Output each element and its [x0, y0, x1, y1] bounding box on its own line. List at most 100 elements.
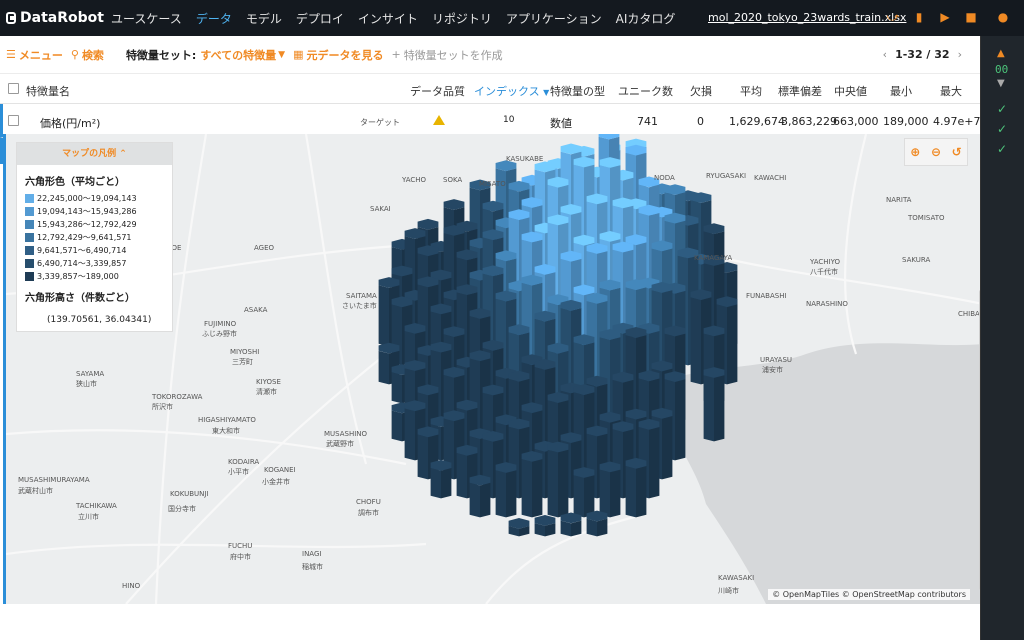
legend-item-label: 22,245,000〜19,094,143 — [37, 194, 137, 203]
feature-name[interactable]: 価格(円/m²) — [40, 115, 100, 131]
prev-page-icon[interactable]: ‹ — [875, 48, 895, 61]
check-icon: ✓ — [997, 142, 1008, 156]
hex-column-side — [610, 469, 621, 518]
header-min[interactable]: 最小 — [890, 83, 912, 99]
legend-items: 22,245,000〜19,094,143 19,094,143〜15,943,2… — [17, 192, 172, 283]
map-controls: ⊕ ⊖ ↺ — [904, 138, 968, 166]
brand-name: DataRobot — [20, 10, 104, 26]
target-badge: ターゲット — [360, 118, 400, 127]
hex-column-side — [597, 518, 608, 537]
header-feature-name[interactable]: 特徴量名 — [26, 83, 70, 99]
create-feature-set-label: 特徴量セットを作成 — [403, 48, 503, 62]
share-icon[interactable]: ⤻ — [886, 10, 900, 24]
hex-column-side — [625, 466, 636, 518]
map-place-label: MISATO — [479, 180, 506, 188]
zoom-out-icon[interactable]: ⊖ — [931, 145, 941, 159]
legend-item-label: 6,490,714〜3,339,857 — [37, 259, 127, 268]
map-place-label: HIGASHIYAMATO — [198, 416, 256, 424]
hex-column-side — [636, 466, 647, 518]
megaphone-icon[interactable]: ▶ — [938, 10, 952, 24]
feature-set-value: すべての特徴量 — [200, 48, 277, 62]
view-raw-data-button[interactable]: ▦ 元データを見る — [293, 47, 383, 63]
search-button[interactable]: ⚲ 検索 — [71, 47, 104, 63]
legend-item: 3,339,857〜189,000 — [25, 270, 172, 283]
map-place-label: NARASHINO — [806, 300, 848, 308]
map-place-label: YACHIYO — [810, 258, 841, 266]
chevron-down-icon[interactable]: ▼ — [997, 78, 1005, 89]
map-place-label: KIYOSE — [256, 378, 281, 386]
nav-item[interactable]: データ — [189, 10, 239, 27]
user-icon[interactable]: ● — [996, 10, 1010, 24]
feature-set-label: 特徴量セット: — [125, 48, 197, 62]
view-raw-data-label: 元データを見る — [306, 48, 384, 62]
hex-column-side — [703, 375, 714, 442]
legend-height-title: 六角形高さ（件数ごと） — [25, 293, 135, 304]
map-place-label: URAYASU — [760, 356, 793, 364]
header-unique[interactable]: ユニーク数 — [618, 83, 673, 99]
header-max[interactable]: 最大 — [940, 83, 962, 99]
map-place-label: 小平市 — [228, 468, 249, 476]
row-checkbox[interactable] — [8, 115, 19, 126]
legend-color-title: 六角形色（平均ごと） — [25, 177, 125, 188]
folder-icon[interactable]: ■ — [964, 10, 978, 24]
chevron-down-icon: ▼ — [543, 88, 550, 97]
header-mean[interactable]: 平均 — [740, 83, 762, 99]
nav-item[interactable]: アプリケーション — [499, 10, 609, 27]
max-value: 4.97e+7 — [933, 115, 981, 128]
feature-toolbar: ☰ メニュー ⚲ 検索 特徴量セット: すべての特徴量 ▼ ▦ 元データを見る … — [0, 36, 980, 74]
top-nav: DataRobot ユースケース データ モデル デプロイ インサイト リポジトリ アプリケ… — [0, 0, 1024, 36]
geospatial-map[interactable]: YACHO SOKA MISATO NODA SAKAI KASUKABE RYUGASAK… — [3, 134, 980, 604]
hex-column-side — [662, 415, 673, 480]
next-page-icon[interactable]: › — [950, 48, 970, 61]
header-feature-type[interactable]: 特徴量の型 — [550, 83, 605, 99]
header-median[interactable]: 中央値 — [834, 83, 867, 99]
legend-toggle[interactable]: マップの凡例 ⌃ — [17, 143, 172, 165]
legend-swatch — [25, 259, 34, 268]
table-row[interactable]: 価格(円/m²) ターゲット 10 数値 741 0 1,629,674 3,8… — [0, 104, 980, 138]
hamburger-icon: ☰ — [6, 48, 16, 61]
map-place-label: 八千代市 — [810, 268, 838, 276]
menu-button[interactable]: ☰ メニュー — [6, 47, 63, 63]
map-place-label: SOKA — [443, 176, 463, 184]
zoom-in-icon[interactable]: ⊕ — [910, 145, 920, 159]
reset-view-icon[interactable]: ↺ — [952, 145, 962, 159]
hex-column-side — [573, 475, 584, 518]
map-place-label: HINO — [122, 582, 141, 590]
map-place-label: 狭山市 — [76, 380, 97, 388]
create-feature-set-button[interactable]: + 特徴量セットを作成 — [391, 47, 502, 63]
nav-item[interactable]: デプロイ — [289, 10, 351, 27]
dataset-filename-link[interactable]: mol_2020_tokyo_23wards_train.xlsx — [708, 11, 906, 24]
map-place-label: MIYOSHI — [230, 348, 260, 356]
map-place-label: KOGANEI — [264, 466, 296, 474]
hex-column-side — [649, 426, 660, 499]
mean-value: 1,629,674 — [729, 115, 785, 128]
warning-icon[interactable] — [433, 115, 445, 125]
map-place-label: MUSASHINO — [324, 430, 368, 438]
datarobot-logo[interactable]: DataRobot — [0, 10, 104, 26]
nav-item[interactable]: モデル — [239, 10, 289, 27]
table-icon: ▦ — [293, 48, 304, 61]
book-icon[interactable]: ▮ — [912, 10, 926, 24]
nav-item[interactable]: インサイト — [351, 10, 425, 27]
nav-item[interactable]: ユースケース — [104, 10, 189, 27]
legend-swatch — [25, 233, 34, 242]
map-place-label: 所沢市 — [152, 403, 173, 411]
select-all-checkbox[interactable] — [8, 83, 19, 94]
check-icon: ✓ — [997, 102, 1008, 116]
scrollbar[interactable] — [979, 290, 980, 590]
map-place-label: 稲城市 — [302, 563, 323, 571]
header-data-quality[interactable]: データ品質 — [410, 83, 465, 99]
nav-item[interactable]: リポジトリ — [425, 10, 499, 27]
map-place-label: 武蔵野市 — [326, 440, 354, 448]
map-place-label: TOKOROZAWA — [152, 393, 203, 401]
nav-item[interactable]: AIカタログ — [609, 10, 683, 27]
map-road — [6, 542, 427, 556]
header-index[interactable]: インデックス ▼ — [474, 83, 549, 99]
header-std[interactable]: 標準偏差 — [778, 83, 822, 99]
feature-set-dropdown[interactable]: すべての特徴量 ▼ — [200, 47, 285, 63]
chevron-up-icon[interactable]: ▲ — [997, 48, 1005, 59]
legend-swatch — [25, 246, 34, 255]
map-legend: マップの凡例 ⌃ 六角形色（平均ごと） 22,245,000〜19,094,14… — [16, 142, 173, 332]
legend-item-label: 19,094,143〜15,943,286 — [37, 207, 137, 216]
header-missing[interactable]: 欠損 — [690, 83, 712, 99]
